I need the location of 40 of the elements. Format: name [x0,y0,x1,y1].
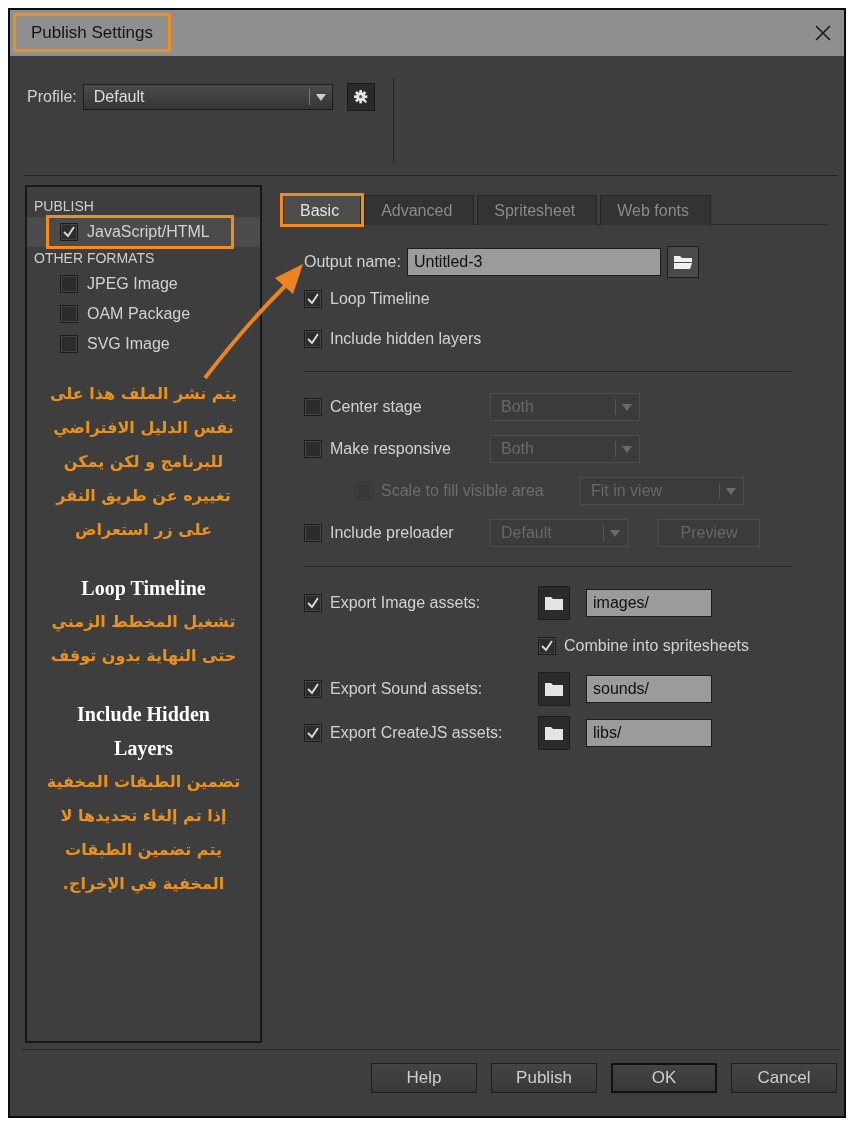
format-item[interactable]: JPEG Image [27,269,260,299]
option-label: Center stage [330,398,422,416]
section-heading: OTHER FORMATS [33,249,156,268]
profile-label: Profile: [27,88,77,106]
format-item[interactable]: JavaScript/HTML [27,217,260,247]
tab[interactable]: Spritesheet [477,195,598,225]
output-name-label: Output name: [304,253,401,271]
option-label: Combine into spritesheets [564,637,749,655]
dialog-button[interactable]: Help [371,1063,477,1093]
option-label: Export CreateJS assets: [330,724,503,742]
window-title: Publish Settings [30,23,154,42]
output-name-field[interactable]: Untitled-3 [406,248,661,276]
option-label: Include preloader [330,524,454,542]
tab[interactable]: Web fonts [600,195,711,225]
folder-path-field[interactable]: libs/ [586,719,712,747]
folder-path-field[interactable]: images/ [586,589,712,617]
dialog-button[interactable]: OK [611,1063,717,1093]
format-label: JPEG Image [87,275,178,293]
format-label: SVG Image [87,335,170,353]
format-label: JavaScript/HTML [87,223,210,241]
annotation-heading: Include Hidden Layers [76,702,211,762]
option-label: Include hidden layers [330,330,482,348]
annotation-note: تشغيل المخطط الزمني حتى النهاية بدون توقف [49,611,238,667]
profile-dropdown[interactable]: Default [82,84,333,110]
section-heading: PUBLISH [33,197,95,216]
annotation-note: تضمين الطبقات المخفية إذا تم إلغاء تحديدها لا يتم تضمين الطبقات المخفية في الإخراج. [45,771,242,896]
folder-path-field[interactable]: sounds/ [586,675,712,703]
option-label: Export Image assets: [330,594,481,612]
tab[interactable]: Advanced [364,195,475,225]
dialog-button[interactable]: Cancel [731,1063,837,1093]
option-label: Export Sound assets: [330,680,483,698]
tab[interactable]: Basic [283,195,362,225]
option-label: Loop Timeline [330,290,430,308]
dialog-button[interactable]: Publish [491,1063,597,1093]
annotation-note: يتم نشر الملف هذا على نفس الدليل الافتراضي للبرنامج و لكن يمكن تغييره عن طريق النقر على زر استعراض [49,383,238,541]
format-item[interactable]: OAM Package [27,299,260,329]
format-item[interactable]: SVG Image [27,329,260,359]
format-label: OAM Package [87,305,191,323]
annotation-heading: Loop Timeline [80,576,207,602]
option-label: Make responsive [330,440,451,458]
